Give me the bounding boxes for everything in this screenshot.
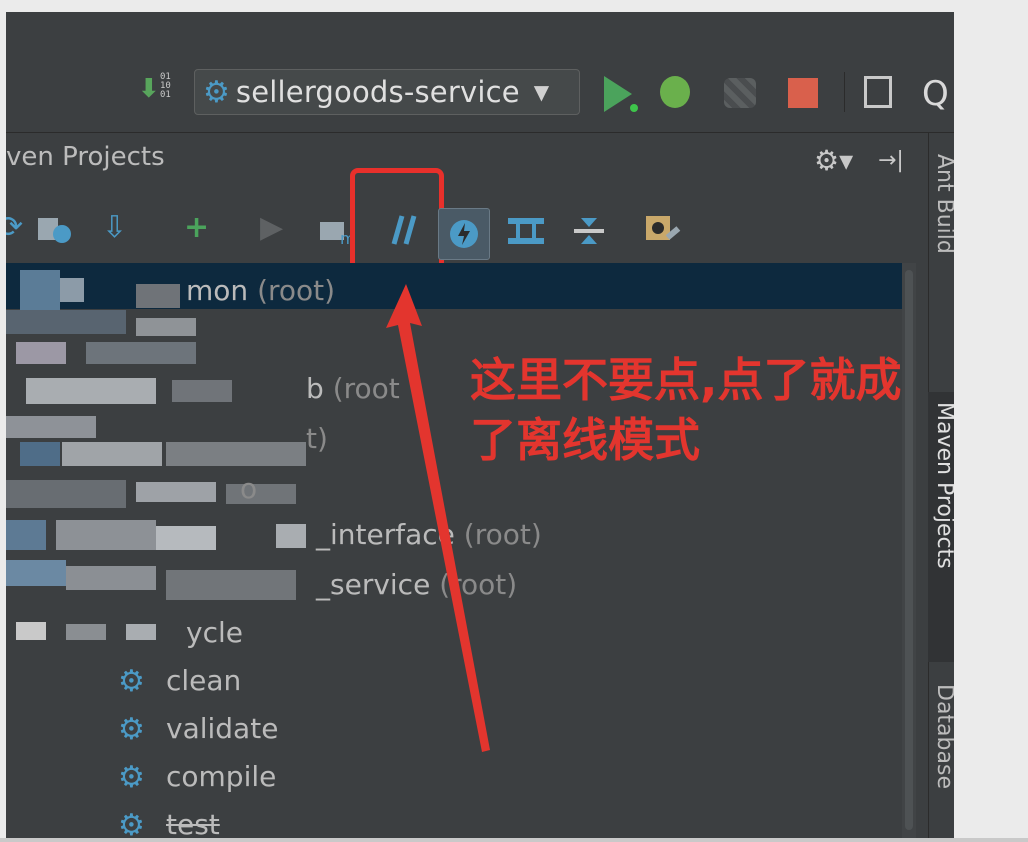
bottom-border xyxy=(0,838,1028,842)
annotation-arrow xyxy=(386,284,490,752)
ide-screenshot: ⬇ 01 10 01 ⚙ sellergoods-service ▼ Q ven… xyxy=(6,12,954,842)
